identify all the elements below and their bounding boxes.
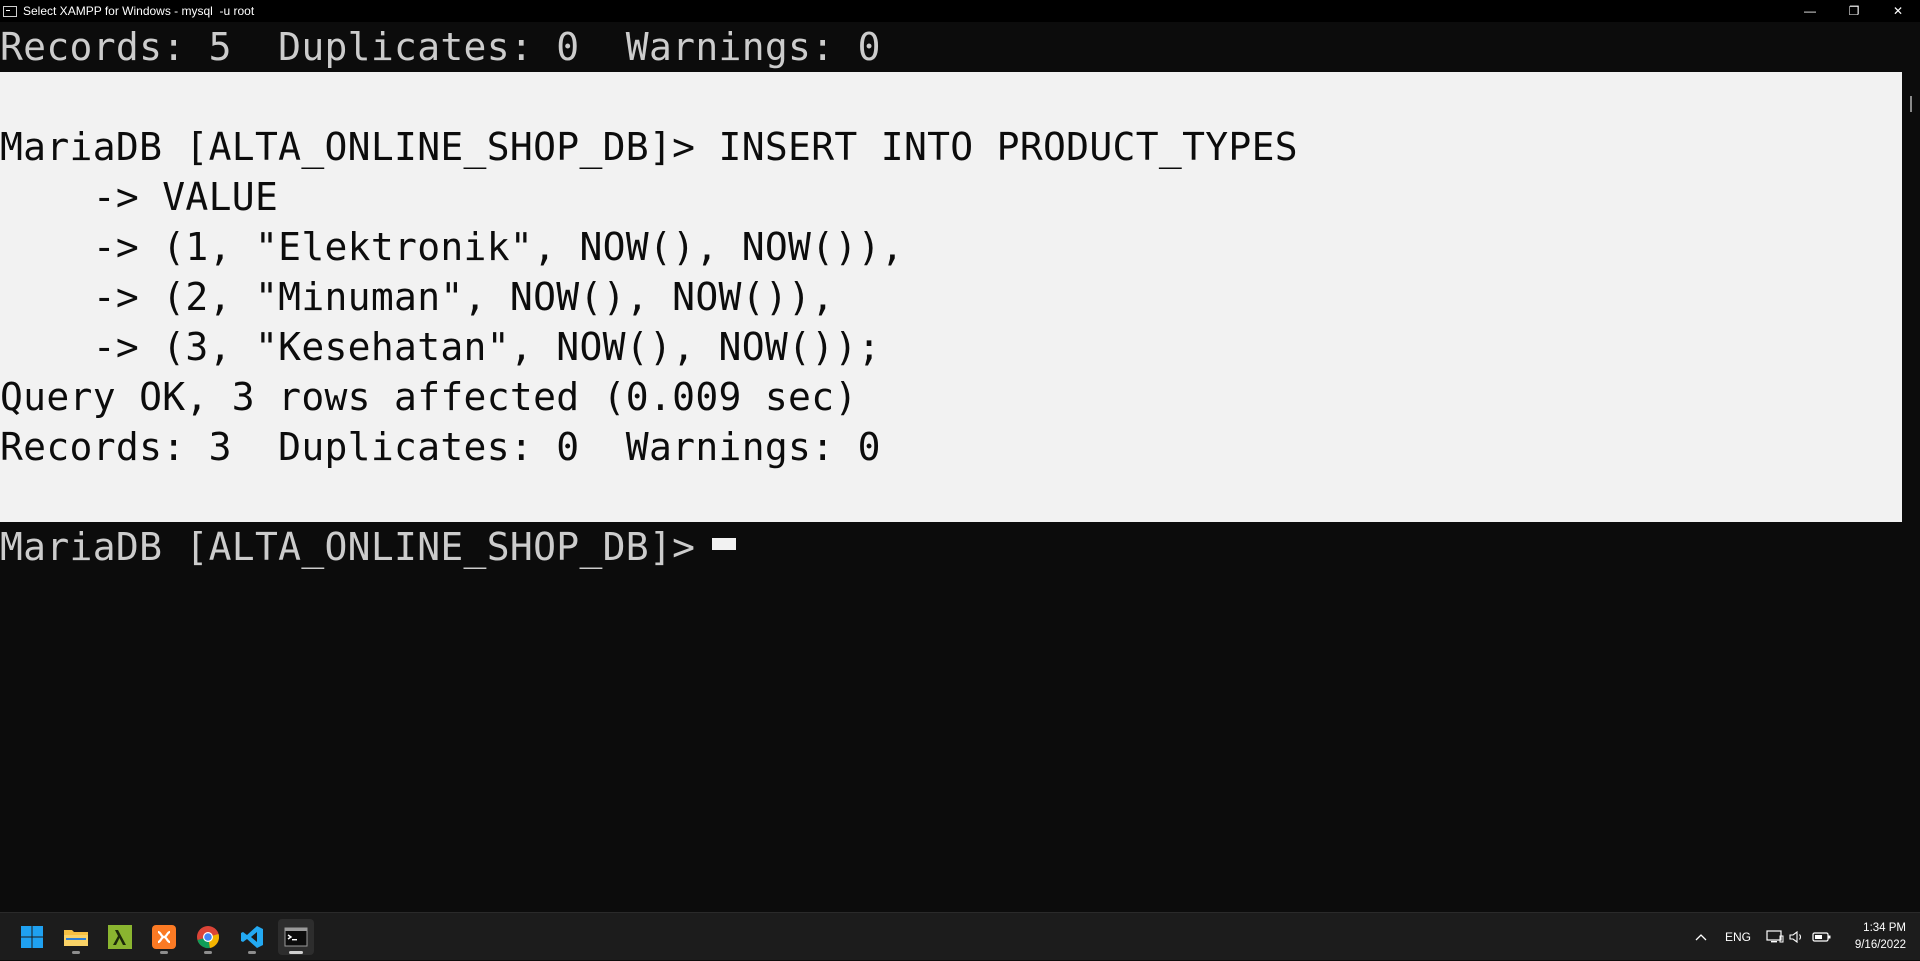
chevron-up-icon <box>1695 934 1707 941</box>
console-line: MariaDB [ALTA_ONLINE_SHOP_DB]> INSERT IN… <box>0 125 1298 169</box>
console-line: Records: 3 Duplicates: 0 Warnings: 0 <box>0 425 881 469</box>
close-button[interactable]: ✕ <box>1876 0 1920 22</box>
console-line: Query OK, 3 rows affected (0.009 sec) <box>0 375 858 419</box>
text-cursor <box>712 538 736 550</box>
taskbar-file-explorer[interactable] <box>58 919 94 955</box>
volume-icon <box>1789 930 1802 944</box>
network-icon <box>1766 930 1784 943</box>
start-button[interactable] <box>14 919 50 955</box>
clock-date: 9/16/2022 <box>1854 939 1906 951</box>
console-output[interactable]: Records: 5 Duplicates: 0 Warnings: 0 Mar… <box>0 22 1902 912</box>
scrollbar-thumb[interactable] <box>1910 96 1912 112</box>
minimize-icon: — <box>1804 4 1816 18</box>
lambda-icon <box>108 925 132 949</box>
running-indicator <box>248 951 256 954</box>
console-line: -> (2, "Minuman", NOW(), NOW()), <box>0 275 835 319</box>
console-line: -> VALUE <box>0 175 279 219</box>
taskbar-cmder[interactable] <box>102 919 138 955</box>
console-line: -> (3, "Kesehatan", NOW(), NOW()); <box>0 325 881 369</box>
tray-overflow-button[interactable] <box>1694 913 1708 961</box>
running-indicator <box>72 951 80 954</box>
xampp-icon <box>152 925 176 949</box>
minimize-button[interactable]: — <box>1788 0 1832 22</box>
taskbar-chrome[interactable] <box>190 919 226 955</box>
running-indicator <box>204 951 212 954</box>
console-line: Records: 5 Duplicates: 0 Warnings: 0 <box>0 25 881 69</box>
running-indicator <box>289 951 303 954</box>
clock-time: 1:34 PM <box>1863 922 1906 934</box>
taskbar-terminal[interactable] <box>278 919 314 955</box>
folder-icon <box>64 930 88 946</box>
close-icon: ✕ <box>1892 4 1904 18</box>
battery-icon <box>1812 932 1831 942</box>
volume-button[interactable] <box>1789 913 1805 961</box>
vscode-icon <box>241 926 263 948</box>
restore-icon: ❐ <box>1848 4 1860 18</box>
taskbar: ENG 1:34 PM 9/16/2022 <box>0 912 1920 960</box>
cmd-icon <box>3 5 17 17</box>
battery-button[interactable] <box>1812 913 1832 961</box>
window-controls: — ❐ ✕ <box>1788 0 1920 22</box>
window-title: Select XAMPP for Windows - mysql -u root <box>23 4 255 18</box>
clock[interactable]: 1:34 PM 9/16/2022 <box>1855 920 1906 954</box>
windows-logo-icon <box>21 926 43 948</box>
restore-button[interactable]: ❐ <box>1832 0 1876 22</box>
title-bar[interactable]: Select XAMPP for Windows - mysql -u root… <box>0 0 1920 22</box>
scrollbar[interactable] <box>1902 22 1920 912</box>
console-line: -> (1, "Elektronik", NOW(), NOW()), <box>0 225 904 269</box>
language-label: ENG <box>1725 930 1752 944</box>
chrome-icon <box>197 926 219 949</box>
terminal-icon <box>284 927 308 947</box>
language-indicator[interactable]: ENG <box>1725 913 1751 961</box>
taskbar-vscode[interactable] <box>234 919 270 955</box>
running-indicator <box>160 951 168 954</box>
console-prompt: MariaDB [ALTA_ONLINE_SHOP_DB]> <box>0 525 719 569</box>
network-button[interactable] <box>1766 913 1784 961</box>
taskbar-xampp[interactable] <box>146 919 182 955</box>
